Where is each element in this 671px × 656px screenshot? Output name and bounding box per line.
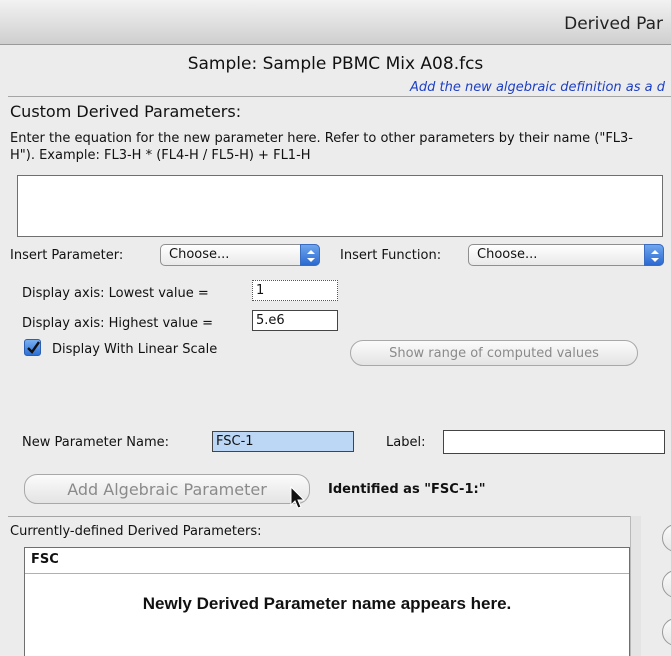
- popup-stepper-icon: [300, 244, 320, 266]
- insert-function-popup[interactable]: Choose...: [468, 244, 664, 266]
- add-algebraic-parameter-button[interactable]: Add Algebraic Parameter: [24, 474, 310, 504]
- defined-label: Currently-defined Derived Parameters:: [10, 524, 262, 539]
- show-range-button[interactable]: Show range of computed values: [350, 340, 638, 366]
- equation-input[interactable]: [17, 175, 663, 237]
- list-item[interactable]: FSC: [25, 548, 629, 574]
- side-button-2[interactable]: [662, 570, 671, 598]
- new-param-name-label: New Parameter Name:: [22, 435, 169, 450]
- side-button-3[interactable]: [662, 618, 671, 646]
- section-title: Custom Derived Parameters:: [10, 102, 242, 121]
- window-title: Derived Par: [564, 14, 663, 34]
- checkmark-icon: [27, 341, 40, 354]
- axis-highest-label: Display axis: Highest value =: [22, 316, 214, 331]
- popup-stepper-icon: [644, 244, 664, 266]
- insert-parameter-value: Choose...: [169, 247, 230, 262]
- side-button-1[interactable]: [662, 524, 671, 552]
- scrollbar[interactable]: [630, 516, 641, 656]
- sample-label: Sample: Sample PBMC Mix A08.fcs: [187, 54, 484, 74]
- group-divider: [8, 96, 671, 97]
- insert-parameter-label: Insert Parameter:: [10, 248, 124, 263]
- annotation-note: Newly Derived Parameter name appears her…: [142, 594, 512, 613]
- identified-text: Identified as "FSC-1:": [328, 482, 486, 497]
- new-param-label-label: Label:: [386, 435, 426, 450]
- window-titlebar: Derived Par: [0, 0, 671, 45]
- insert-function-label: Insert Function:: [340, 248, 442, 263]
- linear-scale-label: Display With Linear Scale: [52, 342, 218, 357]
- axis-lowest-field[interactable]: 1: [252, 280, 338, 301]
- insert-parameter-popup[interactable]: Choose...: [160, 244, 320, 266]
- linear-scale-checkbox[interactable]: [24, 339, 41, 356]
- axis-highest-field[interactable]: 5.e6: [252, 310, 338, 331]
- hint-text: Add the new algebraic definition as a d: [409, 80, 665, 95]
- instructions-text: Enter the equation for the new parameter…: [10, 131, 633, 163]
- insert-function-value: Choose...: [477, 247, 538, 262]
- new-param-label-field[interactable]: [443, 430, 665, 454]
- axis-lowest-label: Display axis: Lowest value =: [22, 286, 209, 301]
- new-param-name-field[interactable]: FSC-1: [212, 431, 354, 452]
- defined-list[interactable]: FSC Newly Derived Parameter name appears…: [24, 547, 630, 656]
- defined-divider: [8, 516, 630, 517]
- mouse-cursor-icon: [290, 486, 306, 509]
